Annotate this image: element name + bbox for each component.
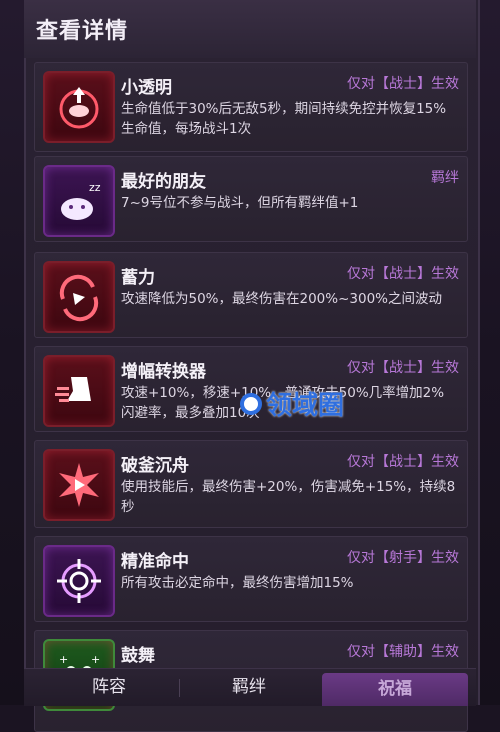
list-item[interactable]: 破釜沉舟 仅对【战士】生效 使用技能后，最终伤害+20%，伤害减免+15%，持续…	[34, 440, 468, 528]
crosshair-icon	[43, 545, 115, 617]
list-item[interactable]: 精准命中 仅对【射手】生效 所有攻击必定命中，最终伤害增加15%	[34, 536, 468, 622]
svg-text:zz: zz	[89, 181, 101, 194]
tab-lineup[interactable]: 阵容	[54, 669, 164, 706]
tab-bonds[interactable]: 羁绊	[194, 669, 304, 706]
card-description: 生命值低于30%后无敌5秒，期间持续免控并恢复15%生命值，每场战斗1次	[121, 101, 447, 137]
tab-blessing[interactable]: 祝福	[322, 673, 468, 706]
card-description: 所有攻击必定命中，最终伤害增加15%	[121, 575, 354, 591]
class-tag: 仅对【战士】生效	[347, 454, 459, 470]
card-title: 破釜沉舟	[121, 456, 189, 476]
card-description: 7~9号位不参与战斗，但所有羁绊值+1	[121, 195, 359, 211]
speed-boot-icon	[43, 355, 115, 427]
card-title: 小透明	[121, 78, 172, 98]
charge-swirl-icon	[43, 261, 115, 333]
class-tag: 仅对【射手】生效	[347, 550, 459, 566]
bottom-tab-bar: 阵容 羁绊 祝福	[24, 668, 476, 706]
page-title: 查看详情	[36, 19, 129, 44]
card-title: 精准命中	[121, 552, 189, 572]
class-tag: 仅对【战士】生效	[347, 360, 459, 376]
card-title: 鼓舞	[121, 646, 155, 666]
class-tag: 仅对【战士】生效	[347, 266, 459, 282]
shield-ward-icon	[43, 71, 115, 143]
card-description: 使用技能后，最终伤害+20%，伤害减免+15%，持续8秒	[121, 479, 456, 515]
svg-text:+: +	[91, 653, 100, 666]
card-title: 最好的朋友	[121, 172, 206, 192]
class-tag: 仅对【辅助】生效	[347, 644, 459, 660]
watermark-logo-icon	[240, 392, 262, 415]
card-title: 蓄力	[121, 268, 155, 288]
card-description: 攻速降低为50%，最终伤害在200%~300%之间波动	[121, 291, 443, 307]
spiky-burst-icon	[43, 449, 115, 521]
list-item[interactable]: 蓄力 仅对【战士】生效 攻速降低为50%，最终伤害在200%~300%之间波动	[34, 252, 468, 338]
panel-header: 查看详情	[24, 0, 476, 58]
watermark: 领域圈	[240, 385, 344, 422]
card-title: 增幅转换器	[121, 362, 206, 382]
tab-divider	[179, 679, 180, 697]
class-tag: 仅对【战士】生效	[347, 76, 459, 92]
svg-text:+: +	[59, 653, 68, 666]
list-item[interactable]: zz 最好的朋友 羁绊 7~9号位不参与战斗，但所有羁绊值+1	[34, 156, 468, 242]
list-item[interactable]: 小透明 仅对【战士】生效 生命值低于30%后无敌5秒，期间持续免控并恢复15%生…	[34, 62, 468, 152]
sleeping-pet-icon: zz	[43, 165, 115, 237]
class-tag: 羁绊	[431, 170, 459, 186]
watermark-text: 领域圈	[266, 391, 345, 421]
